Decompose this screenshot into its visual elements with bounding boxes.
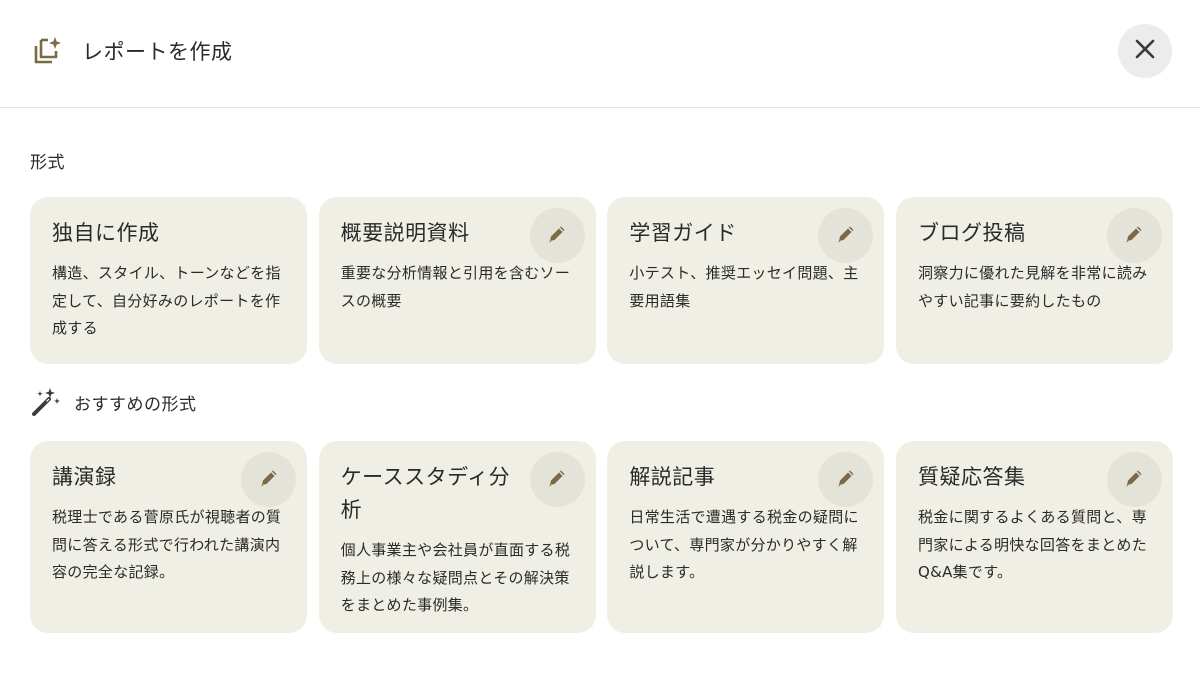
report-sparkle-icon <box>30 34 64 68</box>
edit-button[interactable] <box>818 208 874 263</box>
card-description: 構造、スタイル、トーンなどを指定して、自分好みのレポートを作成する <box>52 264 281 337</box>
card-title: 独自に作成 <box>52 221 160 245</box>
edit-button[interactable] <box>241 452 296 507</box>
recommended-section-label: おすすめの形式 <box>74 394 197 415</box>
format-card-custom[interactable]: 独自に作成 構造、スタイル、トーンなどを指定して、自分好みのレポートを作成する <box>30 197 307 364</box>
format-card-lecture-record[interactable]: 講演録 税理士である菅原氏が視聴者の質問に答える形式で行われた講演内容の完全な記… <box>30 441 307 633</box>
pencil-icon <box>257 466 281 494</box>
close-icon <box>1134 38 1156 64</box>
card-description: 個人事業主や会社員が直面する税務上の様々な疑問点とその解決策をまとめた事例集。 <box>340 541 571 614</box>
recommended-card-grid: 講演録 税理士である菅原氏が視聴者の質問に答える形式で行われた講演内容の完全な記… <box>30 441 1173 633</box>
pencil-icon <box>834 222 858 250</box>
edit-button[interactable] <box>1106 208 1162 263</box>
dialog-header: レポートを作成 <box>0 0 1200 108</box>
format-card-faq[interactable]: 質疑応答集 税金に関するよくある質問と、専門家による明快な回答をまとめたQ&A集… <box>895 441 1173 633</box>
edit-button[interactable] <box>818 452 874 507</box>
magic-wand-icon <box>30 386 62 418</box>
pencil-icon <box>545 466 569 494</box>
card-description: 小テスト、推奨エッセイ問題、主要用語集 <box>629 264 859 310</box>
card-description: 税金に関するよくある質問と、専門家による明快な回答をまとめたQ&A集です。 <box>917 508 1148 581</box>
card-description: 日常生活で遭遇する税金の疑問について、専門家が分かりやすく解説します。 <box>629 508 859 581</box>
format-section-label: 形式 <box>30 153 65 173</box>
close-button[interactable] <box>1118 24 1172 78</box>
format-card-blog-post[interactable]: ブログ投稿 洞察力に優れた見解を非常に読みやすい記事に要約したもの <box>895 197 1173 364</box>
pencil-icon <box>834 466 858 494</box>
format-card-case-study[interactable]: ケーススタディ分析 個人事業主や会社員が直面する税務上の様々な疑問点とその解決策… <box>318 441 596 633</box>
pencil-icon <box>1122 222 1146 250</box>
recommended-section-header: おすすめの形式 <box>30 386 197 418</box>
edit-button[interactable] <box>1106 452 1162 507</box>
format-card-grid: 独自に作成 構造、スタイル、トーンなどを指定して、自分好みのレポートを作成する … <box>30 197 1173 364</box>
dialog-title: レポートを作成 <box>82 40 233 64</box>
card-description: 重要な分析情報と引用を含むソースの概要 <box>340 264 571 310</box>
format-card-study-guide[interactable]: 学習ガイド 小テスト、推奨エッセイ問題、主要用語集 <box>607 197 885 364</box>
create-report-dialog: レポートを作成 形式 独自に作成 構造、スタイル、トーンなどを指定して、自分好み… <box>0 0 1200 684</box>
edit-button[interactable] <box>529 208 585 263</box>
card-description: 洞察力に優れた見解を非常に読みやすい記事に要約したもの <box>917 264 1148 310</box>
card-description: 税理士である菅原氏が視聴者の質問に答える形式で行われた講演内容の完全な記録。 <box>52 508 282 581</box>
pencil-icon <box>1122 466 1146 494</box>
format-card-explainer-article[interactable]: 解説記事 日常生活で遭遇する税金の疑問について、専門家が分かりやすく解説します。 <box>607 441 885 633</box>
format-card-briefing[interactable]: 概要説明資料 重要な分析情報と引用を含むソースの概要 <box>318 197 596 364</box>
edit-button[interactable] <box>529 452 585 507</box>
pencil-icon <box>545 222 569 250</box>
